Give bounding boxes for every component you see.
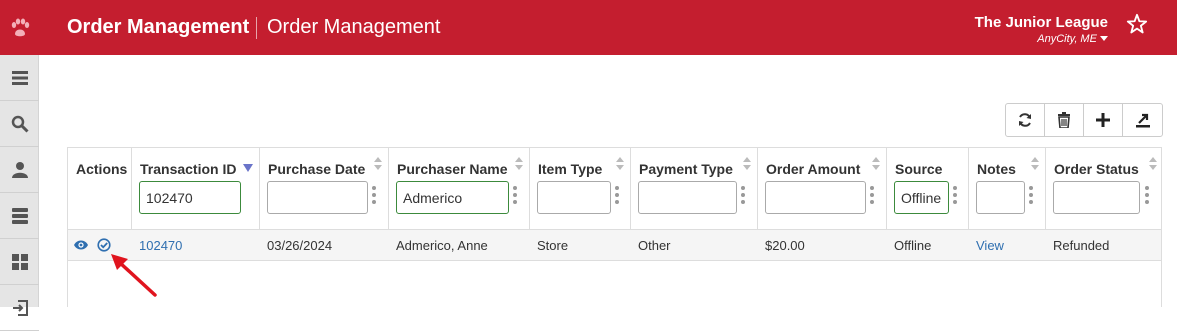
column-label: Payment Type [639,161,733,177]
column-menu-icon[interactable] [870,186,874,206]
column-header-actions: Actions [68,148,132,230]
search-icon[interactable] [0,101,39,147]
table-header-row: Actions Transaction ID Purchase Date Pur… [68,148,1161,230]
column-menu-icon[interactable] [513,186,517,206]
add-button[interactable] [1084,104,1123,136]
export-button[interactable] [1123,104,1162,136]
sort-icon[interactable] [1149,157,1157,173]
column-header-purchaser-name[interactable]: Purchaser Name [389,148,530,230]
column-header-payment-type[interactable]: Payment Type [631,148,758,230]
source-filter[interactable] [894,181,949,214]
notes-view-link[interactable]: View [969,230,1046,261]
column-header-order-amount[interactable]: Order Amount [758,148,887,230]
purchase-date-filter[interactable] [267,181,368,214]
organization-location-label: AnyCity, ME [1037,33,1097,45]
page-subtitle: Order Management [267,16,441,38]
source-cell: Offline [894,238,932,253]
order-amount-filter[interactable] [765,181,866,214]
table-toolbar [1005,103,1163,137]
column-label: Actions [76,161,128,177]
sort-icon[interactable] [374,157,382,173]
column-header-order-status[interactable]: Order Status [1046,148,1163,230]
column-label: Order Amount [766,161,861,177]
column-label: Item Type [538,161,603,177]
item-type-filter[interactable] [537,181,611,214]
column-label: Notes [977,161,1016,177]
purchaser-name-cell: Admerico, Anne [396,238,488,253]
purchase-date-cell: 03/26/2024 [267,238,333,253]
paw-icon[interactable] [0,0,39,55]
sidebar [0,55,39,331]
order-amount-cell: $20.00 [765,238,805,253]
page-title: Order Management [67,16,250,38]
notes-filter[interactable] [976,181,1025,214]
dashboard-icon[interactable] [0,239,39,285]
column-menu-icon[interactable] [1145,186,1149,206]
export-icon [1135,113,1150,128]
sort-icon[interactable] [616,157,624,173]
table-row[interactable]: 102470 03/26/2024 Admerico, Anne Store O… [68,230,1161,261]
eye-icon[interactable] [73,239,89,251]
sort-icon[interactable] [515,157,523,173]
column-label: Transaction ID [140,161,237,177]
refresh-icon [1019,113,1031,127]
column-header-notes[interactable]: Notes [969,148,1046,230]
top-header: Order Management Order Management The Ju… [0,0,1177,55]
delete-button[interactable] [1045,104,1084,136]
annotation-arrow [111,254,157,297]
caret-down-icon [1100,36,1108,41]
column-label: Purchaser Name [397,161,508,177]
server-icon[interactable] [0,193,39,239]
column-label: Order Status [1054,161,1139,177]
payment-type-filter[interactable] [638,181,737,214]
item-type-cell: Store [537,238,569,253]
column-label: Purchase Date [268,161,366,177]
menu-icon[interactable] [0,55,39,101]
sort-icon[interactable] [872,157,880,173]
sort-icon[interactable] [1031,157,1039,173]
column-header-transaction-id[interactable]: Transaction ID [132,148,260,230]
column-header-item-type[interactable]: Item Type [530,148,631,230]
payment-type-cell: Other [638,238,671,253]
column-header-purchase-date[interactable]: Purchase Date [260,148,389,230]
trash-icon [1058,112,1070,128]
title-divider [256,17,257,39]
order-status-cell: Refunded [1053,238,1110,253]
user-icon[interactable] [0,147,39,193]
logout-icon[interactable] [0,285,39,331]
column-header-source[interactable]: Source [887,148,969,230]
star-icon[interactable] [1124,11,1150,37]
sort-icon[interactable] [743,157,751,173]
organization-location[interactable]: AnyCity, ME [1037,33,1108,45]
column-label: Source [895,161,943,177]
column-menu-icon[interactable] [372,186,376,206]
transaction-id-filter[interactable] [139,181,241,214]
order-status-filter[interactable] [1053,181,1140,214]
column-menu-icon[interactable] [615,186,619,206]
column-menu-icon[interactable] [953,186,957,206]
purchaser-name-filter[interactable] [396,181,509,214]
column-menu-icon[interactable] [741,186,745,206]
orders-table: Actions Transaction ID Purchase Date Pur… [67,147,1162,307]
column-menu-icon[interactable] [1029,186,1033,206]
organization-name[interactable]: The Junior League [975,14,1108,31]
plus-icon [1096,113,1110,127]
refresh-button[interactable] [1006,104,1045,136]
sort-desc-icon[interactable] [243,164,253,172]
